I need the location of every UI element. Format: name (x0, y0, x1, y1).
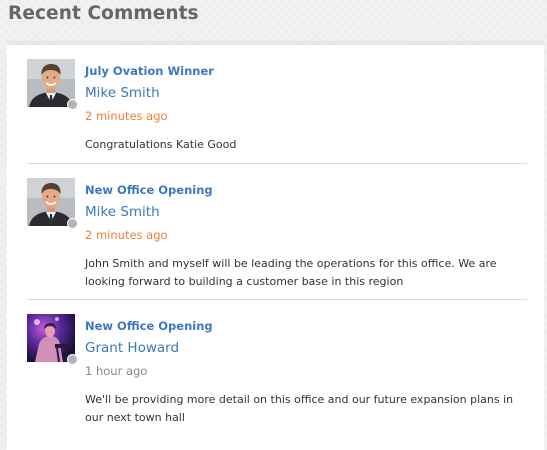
status-indicator-icon (67, 99, 78, 110)
widget-title: Recent Comments (8, 3, 199, 24)
avatar-container[interactable] (27, 314, 78, 365)
comment-item: July Ovation Winner Mike Smith 2 minutes… (27, 55, 527, 164)
status-indicator-icon (67, 218, 78, 229)
recent-comments-panel: July Ovation Winner Mike Smith 2 minutes… (7, 41, 544, 450)
comment-body: We'll be providing more detail on this o… (85, 393, 514, 424)
comment-author-link[interactable]: Grant Howard (85, 339, 525, 357)
comment-timestamp: 2 minutes ago (85, 228, 168, 242)
comment-subject-link[interactable]: New Office Opening (85, 318, 525, 334)
comment-item: New Office Opening Grant Howard 1 hour a… (27, 310, 527, 440)
comment-subject-link[interactable]: New Office Opening (85, 182, 525, 198)
comment-timestamp: 2 minutes ago (85, 109, 168, 123)
comment-body: John Smith and myself will be leading th… (85, 257, 497, 288)
status-indicator-icon (67, 354, 78, 365)
comment-content: July Ovation Winner Mike Smith 2 minutes… (85, 55, 525, 154)
avatar-container[interactable] (27, 59, 78, 110)
comment-body: Congratulations Katie Good (85, 138, 237, 151)
comment-author-link[interactable]: Mike Smith (85, 203, 525, 221)
comment-item: New Office Opening Mike Smith 2 minutes … (27, 174, 527, 300)
comment-content: New Office Opening Mike Smith 2 minutes … (85, 174, 525, 291)
comment-content: New Office Opening Grant Howard 1 hour a… (85, 310, 525, 427)
comment-subject-link[interactable]: July Ovation Winner (85, 63, 525, 79)
avatar-container[interactable] (27, 178, 78, 229)
comment-author-link[interactable]: Mike Smith (85, 84, 525, 102)
comment-timestamp: 1 hour ago (85, 364, 148, 378)
